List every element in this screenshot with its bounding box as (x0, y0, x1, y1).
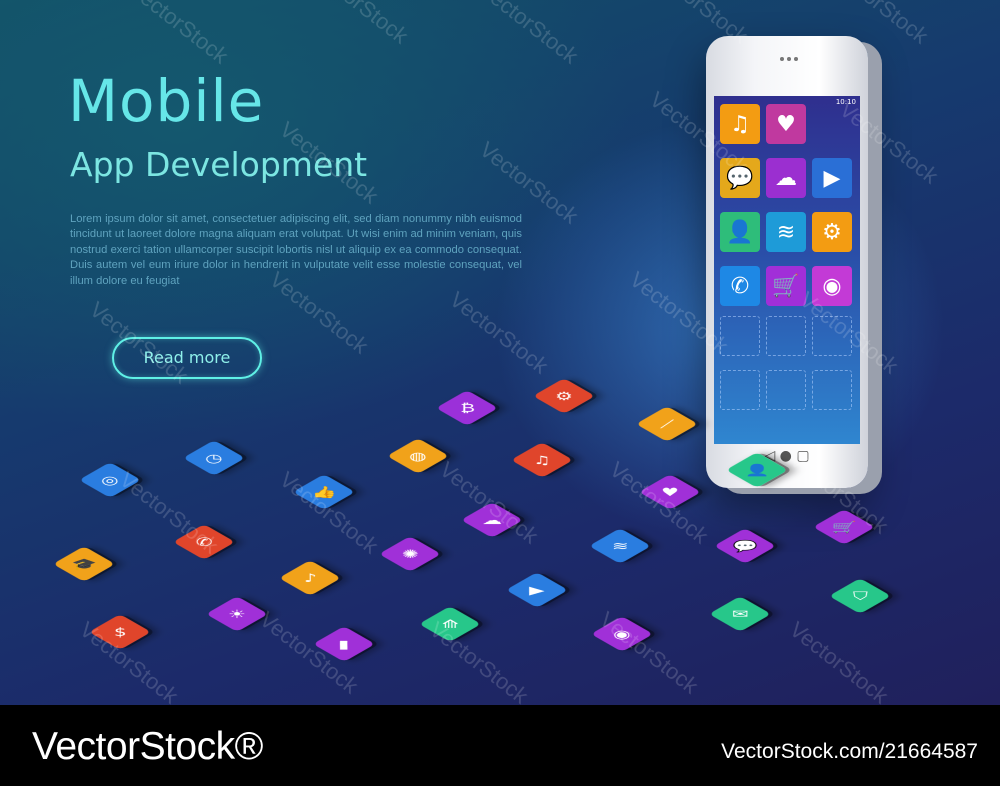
empty-app-slot (812, 370, 852, 410)
video-icon[interactable]: ▶ (812, 158, 852, 198)
watermark-text: VectorStock (305, 0, 413, 49)
phone-icon: ✆ (172, 524, 236, 560)
read-more-button[interactable]: Read more (112, 337, 262, 379)
wifi-icon: ≋ (588, 528, 652, 564)
wifi-icon[interactable]: ≋ (766, 212, 806, 252)
heart-rate-icon: ♥ (638, 474, 702, 510)
watermark-text: VectorStock (785, 616, 893, 705)
banner: Mobile App Development Lorem ipsum dolor… (0, 0, 1000, 705)
camera-icon[interactable]: ◉ (812, 266, 852, 306)
battery-icon: ▮ (312, 626, 376, 662)
road-icon: ⟰ (418, 606, 482, 642)
empty-app-slot (720, 316, 760, 356)
sun-icon: ☀ (205, 596, 269, 632)
knife-icon: ⟋ (635, 406, 699, 442)
chat-icon: 💬 (713, 528, 777, 564)
empty-app-slot (812, 316, 852, 356)
cart-icon: 🛒 (812, 509, 876, 545)
settings-icon[interactable]: ⚙ (812, 212, 852, 252)
music-icon: ♫ (510, 442, 574, 478)
video-icon: ▶ (505, 572, 569, 608)
weather-icon: ☁ (460, 502, 524, 538)
globe-icon: ◍ (386, 438, 450, 474)
gear-icon: ⚙ (532, 378, 596, 414)
watermark-text: VectorStock (595, 606, 703, 699)
empty-app-slot (766, 316, 806, 356)
watermark-text: VectorStock (125, 0, 233, 69)
guitar-icon: ♪ (278, 560, 342, 596)
body-text: Lorem ipsum dolor sit amet, consectetuer… (70, 213, 522, 287)
chat-icon[interactable]: 💬 (720, 158, 760, 198)
image-url: VectorStock.com/21664587 (721, 740, 978, 763)
empty-app-slot (720, 370, 760, 410)
phone-icon[interactable]: ✆ (720, 266, 760, 306)
phone-screen: 10:10 ♫ ♥ 💬 ☁ ▶ 👤 ≋ ⚙ ✆ 🛒 ◉ (714, 96, 860, 444)
mail-icon: ✉ (708, 596, 772, 632)
shield-icon: ⛉ (828, 578, 892, 614)
camera-icon: ◉ (590, 616, 654, 652)
graduation-cap-icon: 🎓 (52, 546, 116, 582)
brain-icon: ✺ (378, 536, 442, 572)
footer-bar: VectorStock® VectorStock.com/21664587 (0, 705, 1000, 786)
contact-icon[interactable]: 👤 (720, 212, 760, 252)
status-time: 10:10 (835, 98, 856, 106)
weather-icon[interactable]: ☁ (766, 158, 806, 198)
thumbs-up-icon: 👍 (292, 474, 356, 510)
speaker-dots (780, 46, 804, 61)
watermark-text: VectorStock (475, 0, 583, 69)
page-title: Mobile (68, 67, 265, 135)
cart-icon[interactable]: 🛒 (766, 266, 806, 306)
money-icon: $ (88, 614, 152, 650)
watermark-text: VectorStock (445, 286, 553, 379)
page-subtitle: App Development (70, 145, 368, 184)
bitcoin-icon: ₿ (435, 390, 499, 426)
phone-nav-bar: ◁ ● ▢ (764, 448, 810, 464)
music-icon[interactable]: ♫ (720, 104, 760, 144)
brand-logo: VectorStock® (32, 725, 263, 768)
heart-rate-icon[interactable]: ♥ (766, 104, 806, 144)
smartphone: 10:10 ♫ ♥ 💬 ☁ ▶ 👤 ≋ ⚙ ✆ 🛒 ◉ ◁ ● ▢ (706, 36, 868, 488)
empty-app-slot (766, 370, 806, 410)
target-icon: ◎ (78, 462, 142, 498)
clock-icon: ◷ (182, 440, 246, 476)
